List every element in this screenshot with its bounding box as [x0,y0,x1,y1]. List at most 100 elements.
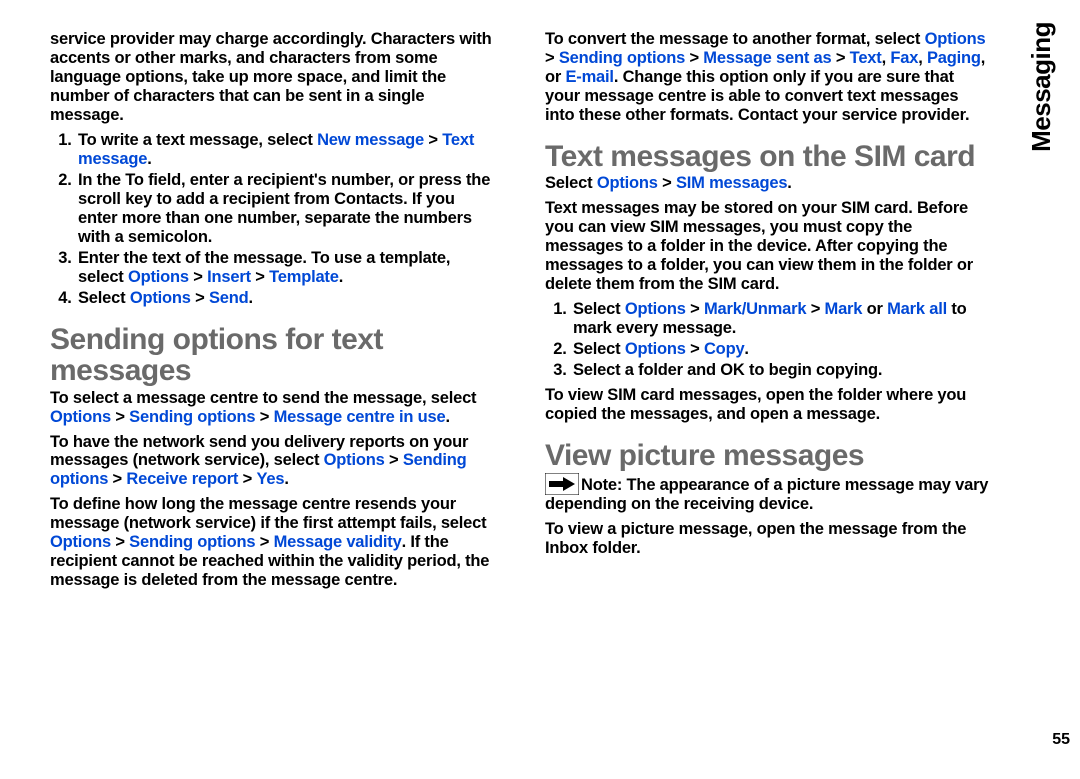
list-item: Enter the text of the message. To use a … [76,249,495,287]
left-column: service provider may charge accordingly.… [50,30,495,596]
text: > [806,300,824,318]
text: , [918,49,927,67]
menu-path: Sending options [129,408,255,426]
text: . [249,289,253,307]
list-item: Select a folder and OK to begin copying. [571,361,990,380]
menu-path: Options [925,30,986,48]
intro-paragraph: service provider may charge accordingly.… [50,30,495,125]
menu-path: Message validity [274,533,402,551]
text: . [339,268,343,286]
paragraph: To view a picture message, open the mess… [545,520,990,558]
text: Select a folder and [573,361,720,379]
text: > [831,49,849,67]
text: > [238,470,256,488]
note-arrow-icon [545,473,579,495]
text: . [147,150,151,168]
menu-path: Send [209,289,249,307]
menu-path: Text [850,49,882,67]
paragraph: Select Options > SIM messages. [545,174,990,193]
menu-path: New message [317,131,424,149]
text: > [385,451,403,469]
manual-page: Messaging 55 service provider may charge… [0,0,1080,779]
menu-path: Receive report [126,470,238,488]
list-item: Select Options > Copy. [571,340,990,359]
menu-path: Options [625,340,686,358]
text: to begin copying. [745,361,883,379]
menu-path: Insert [207,268,251,286]
text: To define how long the message centre re… [50,495,486,532]
menu-path: SIM messages [676,174,787,192]
key-name: OK [720,361,744,379]
list-item: To write a text message, select New mess… [76,131,495,169]
text: Select [545,174,597,192]
menu-path: Options [50,533,111,551]
menu-path: Copy [704,340,744,358]
menu-path: Options [625,300,686,318]
write-message-steps: To write a text message, select New mess… [50,131,495,308]
paragraph: To define how long the message centre re… [50,495,495,590]
menu-path: Options [324,451,385,469]
menu-path: E-mail [565,68,613,86]
text: > [191,289,209,307]
text: > [111,533,129,551]
list-item: Select Options > Mark/Unmark > Mark or M… [571,300,990,338]
text: . [744,340,748,358]
paragraph: To view SIM card messages, open the fold… [545,386,990,424]
text: . [446,408,450,426]
menu-path: Template [269,268,339,286]
text: To convert the message to another format… [545,30,925,48]
menu-path: Mark all [887,300,947,318]
text: > [111,408,129,426]
page-number: 55 [1052,731,1070,749]
text: Select [78,289,130,307]
menu-path: Options [128,268,189,286]
field-name: To [125,171,144,189]
menu-path: Mark [825,300,863,318]
text: > [189,268,207,286]
sim-copy-steps: Select Options > Mark/Unmark > Mark or M… [545,300,990,380]
paragraph: To convert the message to another format… [545,30,990,125]
menu-path: Message sent as [703,49,831,67]
text: or [862,300,887,318]
heading-sending-options: Sending options for text messages [50,324,495,387]
text: > [686,300,704,318]
text: > [255,408,273,426]
text: Select [573,300,625,318]
text: > [424,131,442,149]
right-column: To convert the message to another format… [545,30,990,596]
text: > [658,174,676,192]
menu-path: Message centre in use [274,408,446,426]
heading-sim-messages: Text messages on the SIM card [545,141,990,173]
menu-path: Fax [890,49,918,67]
menu-path: Mark/Unmark [704,300,806,318]
paragraph: To have the network send you delivery re… [50,433,495,490]
text: > [685,49,703,67]
list-item: Select Options > Send. [76,289,495,308]
text: Select [573,340,625,358]
text: . [787,174,791,192]
text: > [686,340,704,358]
section-tab-label: Messaging [1026,22,1057,152]
paragraph: To select a message centre to send the m… [50,389,495,427]
menu-path: Sending options [559,49,685,67]
paragraph: Text messages may be stored on your SIM … [545,199,990,294]
text: To select a message centre to send the m… [50,389,476,407]
list-item: In the To field, enter a recipient's num… [76,171,495,247]
menu-path: Yes [256,470,284,488]
menu-path: Options [597,174,658,192]
text: In the [78,171,125,189]
two-column-layout: service provider may charge accordingly.… [50,30,1010,596]
text: > [255,533,273,551]
text: > [108,470,126,488]
menu-path: Paging [927,49,981,67]
text: > [545,49,559,67]
text: > [251,268,269,286]
heading-view-picture: View picture messages [545,440,990,472]
note-paragraph: Note: The appearance of a picture messag… [545,473,990,514]
menu-path: Sending options [129,533,255,551]
text: . [284,470,288,488]
menu-path: Options [50,408,111,426]
note-label: Note: [581,476,622,494]
text: To write a text message, select [78,131,317,149]
menu-path: Options [130,289,191,307]
